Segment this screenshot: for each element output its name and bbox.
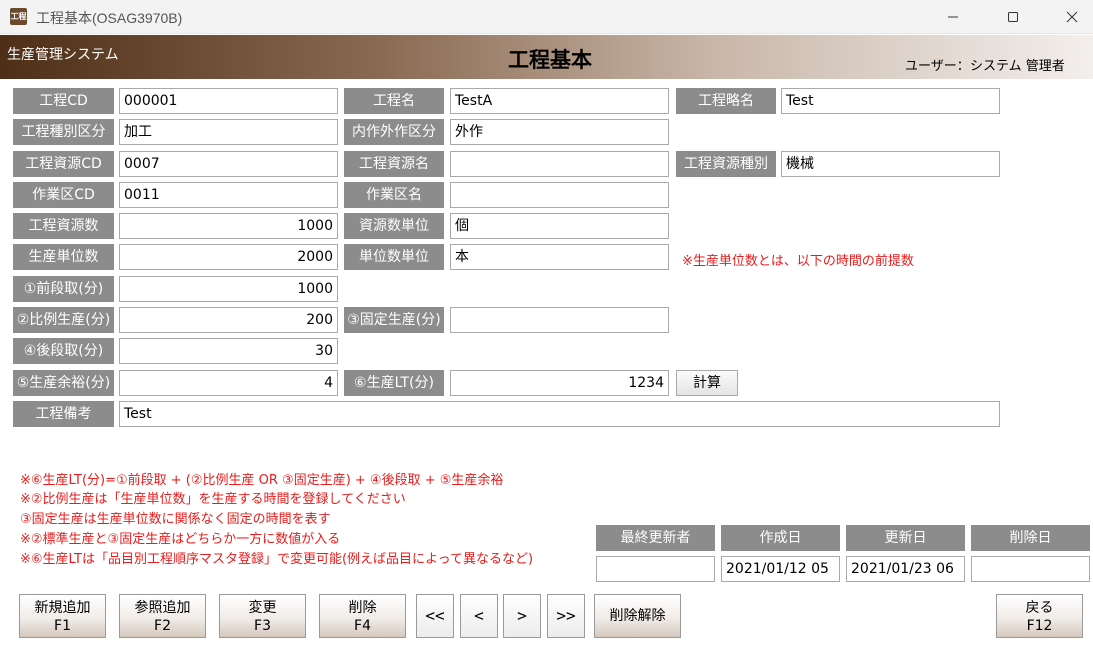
note-line-2: ※②比例生産は「生産単位数」を生産する時間を登録してください — [20, 492, 406, 507]
first-record-button[interactable]: << — [416, 594, 454, 638]
system-name: 生産管理システム — [7, 47, 119, 63]
minimize-button[interactable] — [930, 0, 976, 34]
work-area-name-field[interactable] — [450, 182, 669, 208]
process-short-name-label: 工程略名 — [676, 88, 776, 114]
delete-button[interactable]: 削除 F4 — [319, 594, 406, 638]
process-cd-label: 工程CD — [13, 88, 114, 114]
production-margin-label: ⑤生産余裕(分) — [13, 370, 114, 396]
change-button[interactable]: 変更 F3 — [219, 594, 306, 638]
change-button-key: F3 — [254, 618, 271, 634]
updated-date-label: 更新日 — [846, 525, 965, 551]
production-unit-count-field[interactable]: 2000 — [119, 244, 338, 270]
fixed-production-label: ③固定生産(分) — [344, 307, 444, 333]
resource-count-label: 工程資源数 — [13, 213, 114, 239]
work-area-cd-field[interactable]: 0011 — [119, 182, 338, 208]
production-lt-field[interactable]: 1234 — [450, 370, 669, 396]
new-button[interactable]: 新規追加 F1 — [19, 594, 106, 638]
next-record-button[interactable]: > — [503, 594, 541, 638]
unit-count-unit-label: 単位数単位 — [344, 244, 444, 270]
close-icon — [1066, 11, 1078, 23]
app-icon: 工程 — [10, 8, 27, 25]
close-button[interactable] — [1049, 0, 1093, 34]
proportional-production-label: ②比例生産(分) — [13, 307, 114, 333]
resource-name-field[interactable] — [450, 151, 669, 177]
proportional-production-field[interactable]: 200 — [119, 307, 338, 333]
new-button-key: F1 — [54, 618, 71, 634]
production-unit-note: ※生産単位数とは、以下の時間の前提数 — [682, 254, 914, 269]
maximize-icon — [1008, 12, 1018, 22]
back-button-label: 戻る — [1025, 600, 1054, 616]
deleted-date-field — [971, 556, 1090, 582]
maximize-button[interactable] — [990, 0, 1036, 34]
resource-type-label: 工程資源種別 — [676, 151, 776, 177]
work-area-name-label: 作業区名 — [344, 182, 444, 208]
updated-date-field: 2021/01/23 06 — [846, 556, 965, 582]
production-unit-count-label: 生産単位数 — [13, 244, 114, 270]
pre-setup-label: ①前段取(分) — [13, 276, 114, 302]
process-type-label: 工程種別区分 — [13, 119, 114, 145]
resource-unit-label: 資源数単位 — [344, 213, 444, 239]
user-name: システム 管理者 — [970, 59, 1065, 74]
fixed-production-field[interactable] — [450, 307, 669, 333]
process-short-name-field[interactable]: Test — [781, 88, 1000, 114]
page-title: 工程基本 — [508, 48, 592, 72]
remarks-field[interactable]: Test — [119, 401, 1000, 427]
window-titlebar: 工程 工程基本(OSAG3970B) — [0, 0, 1093, 34]
post-setup-label: ④後段取(分) — [13, 338, 114, 364]
last-record-button[interactable]: >> — [547, 594, 585, 638]
ref-add-button-label: 参照追加 — [134, 600, 191, 616]
process-name-label: 工程名 — [344, 88, 444, 114]
resource-type-field[interactable]: 機械 — [781, 151, 1000, 177]
delete-button-label: 削除 — [348, 600, 377, 616]
note-line-3: ③固定生産は生産単位数に関係なく固定の時間を表す — [20, 512, 331, 527]
note-line-4: ※②標準生産と③固定生産はどちらか一方に数値が入る — [20, 532, 341, 547]
prev-record-button[interactable]: < — [460, 594, 498, 638]
new-button-label: 新規追加 — [34, 600, 91, 616]
unit-count-unit-field[interactable]: 本 — [450, 244, 669, 270]
production-lt-label: ⑥生産LT(分) — [344, 370, 444, 396]
remarks-label: 工程備考 — [13, 401, 114, 427]
minimize-icon — [948, 16, 958, 18]
window-title: 工程基本(OSAG3970B) — [36, 10, 183, 26]
note-line-5: ※⑥生産LTは「品目別工程順序マスタ登録」で変更可能(例えば品目によって異なるな… — [20, 552, 534, 567]
process-name-field[interactable]: TestA — [450, 88, 669, 114]
post-setup-field[interactable]: 30 — [119, 338, 338, 364]
inhouse-outsource-field[interactable]: 外作 — [450, 119, 669, 145]
change-button-label: 変更 — [248, 600, 277, 616]
resource-name-label: 工程資源名 — [344, 151, 444, 177]
resource-cd-label: 工程資源CD — [13, 151, 114, 177]
resource-unit-field[interactable]: 個 — [450, 213, 669, 239]
work-area-cd-label: 作業区CD — [13, 182, 114, 208]
delete-button-key: F4 — [354, 618, 371, 634]
ref-add-button-key: F2 — [154, 618, 171, 634]
inhouse-outsource-label: 内作外作区分 — [344, 119, 444, 145]
back-button-key: F12 — [1026, 618, 1053, 634]
resource-count-field[interactable]: 1000 — [119, 213, 338, 239]
calculate-button[interactable]: 計算 — [676, 370, 738, 396]
process-type-field[interactable]: 加工 — [119, 119, 338, 145]
last-updater-field — [596, 556, 715, 582]
user-label: ユーザー： — [905, 59, 970, 74]
note-line-1: ※⑥生産LT(分)=①前段取 + (②比例生産 OR ③固定生産) + ④後段取… — [20, 473, 504, 488]
deleted-date-label: 削除日 — [971, 525, 1090, 551]
last-updater-label: 最終更新者 — [596, 525, 715, 551]
ref-add-button[interactable]: 参照追加 F2 — [119, 594, 206, 638]
resource-cd-field[interactable]: 0007 — [119, 151, 338, 177]
created-date-label: 作成日 — [721, 525, 840, 551]
created-date-field: 2021/01/12 05 — [721, 556, 840, 582]
back-button[interactable]: 戻る F12 — [996, 594, 1083, 638]
undelete-button[interactable]: 削除解除 — [594, 594, 681, 638]
app-header: 生産管理システム 工程基本 ユーザー： システム 管理者 — [0, 35, 1093, 79]
process-cd-field[interactable]: 000001 — [119, 88, 338, 114]
production-margin-field[interactable]: 4 — [119, 370, 338, 396]
pre-setup-field[interactable]: 1000 — [119, 276, 338, 302]
